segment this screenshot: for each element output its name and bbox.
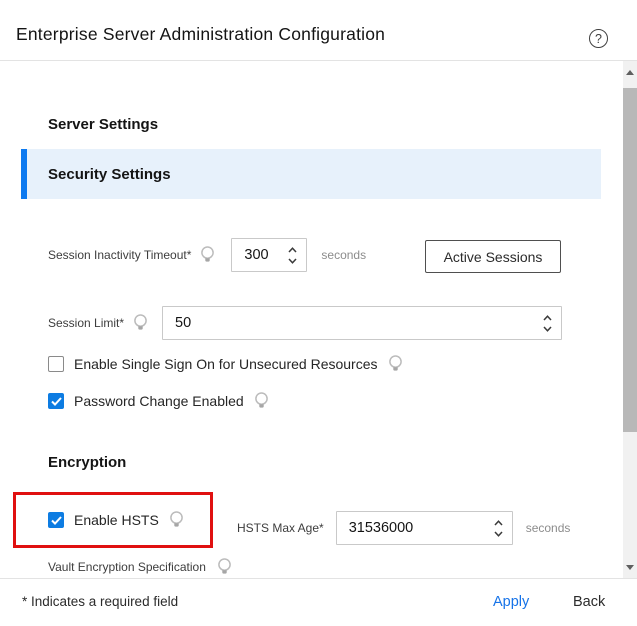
lightbulb-icon[interactable] [388, 354, 403, 374]
vault-encryption-row: Vault Encryption Specification [48, 556, 232, 578]
password-change-label: Password Change Enabled [74, 393, 244, 409]
chevron-down-icon[interactable] [288, 257, 297, 264]
scrollbar-thumb[interactable] [623, 88, 637, 432]
enterprise-server-admin-dialog: Enterprise Server Administration Configu… [0, 0, 637, 626]
lightbulb-icon[interactable] [133, 313, 148, 333]
check-icon [50, 396, 62, 406]
session-timeout-input[interactable] [232, 247, 275, 263]
session-limit-label: Session Limit* [48, 316, 125, 330]
help-icon[interactable]: ? [589, 29, 608, 48]
session-limit-row: Session Limit* [48, 306, 563, 340]
sso-label: Enable Single Sign On for Unsecured Reso… [74, 356, 378, 372]
sso-checkbox[interactable] [48, 356, 64, 372]
vault-encryption-label: Vault Encryption Specification [48, 560, 206, 574]
hsts-max-age-label: HSTS Max Age* [237, 521, 324, 535]
chevron-up-icon[interactable] [543, 314, 552, 321]
hsts-max-age-spinner[interactable] [490, 519, 512, 537]
footer-divider [0, 578, 637, 579]
active-tab-indicator-bar [21, 149, 27, 199]
chevron-down-icon[interactable] [494, 530, 503, 537]
triangle-down-icon [626, 564, 634, 570]
scrollbar-up-button[interactable] [623, 61, 637, 83]
tab-security-settings-label: Security Settings [48, 165, 171, 183]
tab-security-settings[interactable]: Security Settings [21, 149, 601, 199]
lightbulb-icon[interactable] [217, 557, 232, 577]
session-limit-input[interactable] [163, 315, 540, 331]
back-button[interactable]: Back [573, 594, 605, 610]
hsts-max-age-row: HSTS Max Age* seconds [237, 511, 570, 545]
session-limit-spinner[interactable] [539, 314, 561, 332]
lightbulb-icon[interactable] [200, 245, 215, 265]
password-change-row: Password Change Enabled [48, 390, 269, 412]
tab-server-settings[interactable]: Server Settings [48, 116, 158, 133]
lightbulb-icon[interactable] [169, 510, 184, 530]
hsts-max-age-inputbox [335, 511, 513, 545]
encryption-heading: Encryption [48, 454, 127, 471]
page-title: Enterprise Server Administration Configu… [16, 24, 386, 44]
chevron-up-icon[interactable] [494, 519, 503, 526]
hsts-max-age-input[interactable] [336, 520, 457, 536]
lightbulb-icon[interactable] [254, 391, 269, 411]
session-limit-inputbox [162, 306, 563, 340]
header-divider [0, 60, 637, 61]
session-timeout-spinner[interactable] [284, 246, 306, 264]
enable-hsts-checkbox[interactable] [48, 512, 64, 528]
enable-hsts-label: Enable HSTS [74, 512, 159, 528]
enable-hsts-row: Enable HSTS [48, 509, 184, 531]
scrollbar-track[interactable] [623, 61, 637, 578]
password-change-checkbox[interactable] [48, 393, 64, 409]
chevron-down-icon[interactable] [543, 325, 552, 332]
session-timeout-label: Session Inactivity Timeout* [48, 248, 192, 262]
annotation-highlight-box: Enable HSTS [13, 492, 213, 548]
required-field-note: * Indicates a required field [22, 594, 179, 609]
session-timeout-unit: seconds [321, 248, 367, 262]
scrollbar-down-button[interactable] [623, 556, 637, 578]
triangle-up-icon [626, 69, 634, 75]
check-icon [50, 515, 62, 525]
session-timeout-inputbox [231, 238, 308, 272]
apply-button[interactable]: Apply [493, 594, 529, 610]
sso-row: Enable Single Sign On for Unsecured Reso… [48, 353, 403, 375]
active-sessions-button[interactable]: Active Sessions [425, 240, 561, 273]
hsts-max-age-unit: seconds [525, 521, 571, 535]
chevron-up-icon[interactable] [288, 246, 297, 253]
session-timeout-row: Session Inactivity Timeout* seconds [48, 238, 366, 272]
